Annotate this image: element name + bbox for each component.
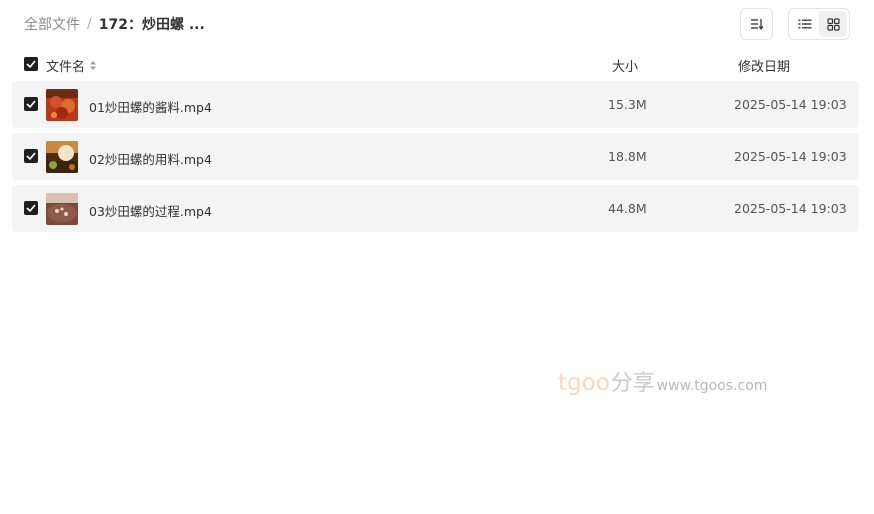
checkmark-icon (26, 204, 36, 212)
file-name[interactable]: 02炒田螺的用料.mp4 (89, 149, 212, 168)
watermark-share: 分享 (610, 371, 655, 396)
breadcrumb-root-link[interactable]: 全部文件 (24, 14, 80, 34)
row-checkbox[interactable] (24, 97, 38, 111)
list-view-icon (798, 19, 812, 29)
file-modified-date: 2025-05-14 19:03 (734, 149, 847, 164)
file-modified-date: 2025-05-14 19:03 (734, 201, 847, 216)
grid-view-icon (826, 17, 840, 31)
breadcrumb-separator: / (87, 16, 92, 32)
video-thumbnail (46, 89, 78, 121)
file-modified-date: 2025-05-14 19:03 (734, 97, 847, 112)
file-list-header: 文件名 大小 修改日期 (12, 52, 859, 76)
select-all-checkbox[interactable] (24, 57, 38, 71)
video-thumbnail (46, 141, 78, 173)
sort-button[interactable] (740, 8, 773, 40)
file-size: 44.8M (608, 201, 647, 216)
column-header-size[interactable]: 大小 (612, 56, 638, 75)
sort-icon (750, 19, 763, 30)
checkmark-icon (26, 60, 36, 68)
top-bar: 全部文件 / 172：炒田螺 ... (0, 0, 874, 48)
sort-toggle-icon (90, 61, 97, 70)
file-name[interactable]: 01炒田螺的酱料.mp4 (89, 97, 212, 116)
view-mode-toggle (788, 8, 850, 40)
file-size: 15.3M (608, 97, 647, 112)
video-thumbnail (46, 193, 78, 225)
file-size: 18.8M (608, 149, 647, 164)
file-row[interactable]: 03炒田螺的过程.mp4 44.8M 2025-05-14 19:03 (12, 185, 859, 232)
row-checkbox[interactable] (24, 149, 38, 163)
list-view-button[interactable] (791, 11, 819, 37)
row-checkbox[interactable] (24, 201, 38, 215)
breadcrumb-current-folder: 172：炒田螺 ... (98, 17, 205, 33)
file-row[interactable]: 02炒田螺的用料.mp4 18.8M 2025-05-14 19:03 (12, 133, 859, 180)
checkmark-icon (26, 100, 36, 108)
file-name[interactable]: 03炒田螺的过程.mp4 (89, 201, 212, 220)
column-header-modified[interactable]: 修改日期 (738, 56, 790, 75)
grid-view-button[interactable] (819, 11, 847, 37)
breadcrumb: 全部文件 / 172：炒田螺 ... (24, 14, 205, 34)
column-header-name[interactable]: 文件名 (46, 56, 97, 75)
watermark-url: www.tgoos.com (656, 378, 768, 394)
checkmark-icon (26, 152, 36, 160)
watermark-brand: tgoo (558, 370, 610, 396)
column-name-label: 文件名 (46, 60, 86, 75)
watermark: tgoo 分享 www.tgoos.com (558, 365, 767, 397)
file-row[interactable]: 01炒田螺的酱料.mp4 15.3M 2025-05-14 19:03 (12, 81, 859, 128)
